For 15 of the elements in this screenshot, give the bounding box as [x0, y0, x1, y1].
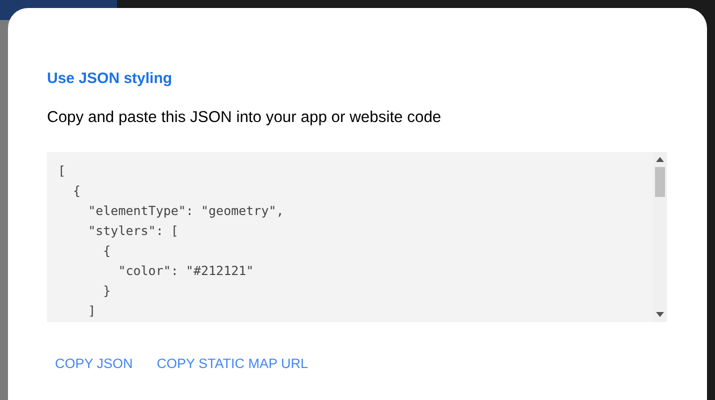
code-line: ] [87, 302, 97, 320]
dialog-title: Use JSON styling [47, 70, 174, 88]
dialog-description: Copy and paste this JSON into your app or website code [47, 108, 442, 128]
scroll-up-icon[interactable] [656, 157, 664, 162]
code-line: } [102, 282, 112, 300]
code-line: "stylers": [ [87, 222, 180, 240]
copy-json-button[interactable]: COPY JSON [46, 348, 142, 379]
code-line: "elementType": "geometry", [87, 202, 285, 220]
scroll-down-icon[interactable] [656, 312, 664, 317]
code-line: { [72, 182, 82, 200]
scrollbar-thumb[interactable] [655, 167, 665, 197]
code-line: { [102, 242, 112, 260]
code-line: [ [58, 162, 67, 180]
copy-url-button[interactable]: COPY STATIC MAP URL [148, 348, 318, 379]
code-line: "color": "#212121" [117, 262, 255, 280]
